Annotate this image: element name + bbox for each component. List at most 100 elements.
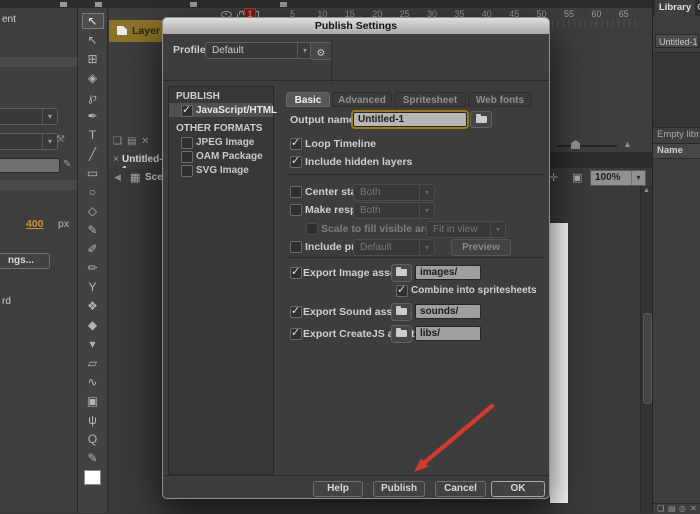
eyedropper-tool[interactable]: ▾ [83, 337, 103, 351]
svg-image-label[interactable]: SVG Image [196, 165, 249, 176]
text-tool[interactable]: T [83, 128, 103, 142]
stage-canvas[interactable] [550, 223, 568, 503]
output-name-label: Output name: [290, 114, 358, 126]
timeline-zoom-slider[interactable] [557, 145, 617, 147]
paint-bucket-tool[interactable]: ❖ [83, 299, 103, 313]
image-path-input[interactable]: images/ [415, 265, 481, 280]
oam-package-label[interactable]: OAM Package [196, 151, 263, 162]
ruler-tick: 65 [619, 9, 629, 19]
panel-collapse-icon[interactable] [60, 2, 67, 7]
ok-button[interactable]: OK [491, 481, 545, 497]
tab-basic[interactable]: Basic [286, 92, 330, 107]
lasso-tool[interactable]: ℘ [83, 90, 103, 104]
export-sound-assets-checkbox[interactable] [290, 306, 302, 318]
center-stage-checkbox[interactable] [290, 186, 302, 198]
delete-layer-icon[interactable]: ✕ [141, 136, 149, 147]
jpeg-image-label[interactable]: JPEG Image [196, 137, 254, 148]
help-button[interactable]: Help [313, 481, 363, 497]
properties-dropdown[interactable]: ▾ [0, 108, 58, 125]
library-document-select[interactable]: Untitled-1 [655, 34, 699, 48]
stage-zoom-select[interactable]: 100% ▾ [590, 170, 646, 186]
paint-brush-tool[interactable]: ✐ [83, 242, 103, 256]
loop-timeline-label[interactable]: Loop Timeline [305, 138, 376, 150]
sound-path-input[interactable]: sounds/ [415, 304, 481, 319]
sound-folder-button[interactable] [391, 303, 412, 321]
ruler-tick: 55 [564, 9, 574, 19]
chevron-down-icon[interactable]: ▾ [631, 171, 645, 185]
javascript-html-checkbox[interactable] [181, 105, 193, 117]
pen-tool[interactable]: ✒ [83, 109, 103, 123]
publish-button[interactable]: Publish [373, 481, 425, 497]
document-tab[interactable]: × Untitled-1 [109, 152, 167, 168]
loop-timeline-checkbox[interactable] [290, 138, 302, 150]
createjs-path-input[interactable]: libs/ [415, 326, 481, 341]
stage-height-value[interactable]: 400 [26, 218, 44, 230]
timeline-zoom-slider-thumb[interactable] [571, 140, 580, 149]
subselection-tool[interactable]: ↖ [83, 33, 103, 47]
back-arrow-icon[interactable]: ◀ [114, 172, 121, 183]
output-name-input[interactable]: Untitled-1 [353, 112, 467, 127]
pencil-icon[interactable]: ✎ [63, 159, 71, 170]
library-name-column-header[interactable]: Name [653, 143, 700, 159]
document-settings-button[interactable]: ngs... [0, 253, 50, 269]
svg-image-checkbox[interactable] [181, 165, 193, 177]
include-hidden-layers-checkbox[interactable] [290, 156, 302, 168]
stroke-color-icon[interactable]: ✎ [83, 451, 103, 465]
new-folder-icon[interactable]: ▤ [127, 136, 136, 147]
tab-web-fonts[interactable]: Web fonts [468, 92, 532, 107]
camera-tool[interactable]: ▣ [83, 394, 103, 408]
oam-package-checkbox[interactable] [181, 151, 193, 163]
properties-text-input[interactable] [0, 158, 60, 173]
crosshair-icon[interactable]: ✛ [549, 171, 558, 184]
output-folder-button[interactable] [470, 111, 492, 128]
rectangle-tool[interactable]: ▭ [83, 166, 103, 180]
combine-spritesheets-label[interactable]: Combine into spritesheets [411, 285, 537, 296]
hand-tool[interactable]: ψ [83, 413, 103, 427]
free-transform-tool[interactable]: ⊞ [83, 52, 103, 66]
width-tool[interactable]: ∿ [83, 375, 103, 389]
scrollbar-thumb[interactable] [643, 313, 652, 404]
include-hidden-layers-label[interactable]: Include hidden layers [305, 156, 412, 168]
jpeg-image-checkbox[interactable] [181, 137, 193, 149]
close-icon[interactable]: × [113, 154, 119, 165]
dialog-title-bar[interactable]: Publish Settings [163, 18, 549, 34]
tab-spritesheet[interactable]: Spritesheet [394, 92, 466, 107]
panel-collapse-icon[interactable] [280, 2, 287, 7]
zoom-tool[interactable]: Q [83, 432, 103, 446]
createjs-folder-button[interactable] [391, 325, 412, 343]
panel-collapse-icon[interactable] [95, 2, 102, 7]
make-responsive-checkbox[interactable] [290, 204, 302, 216]
line-tool[interactable]: ╱ [83, 147, 103, 161]
fill-color-swatch[interactable] [84, 470, 101, 485]
new-layer-icon[interactable]: ❑ [113, 136, 122, 147]
image-folder-button[interactable] [391, 264, 412, 282]
ink-bottle-tool[interactable]: ◆ [83, 318, 103, 332]
properties-dropdown[interactable]: ▾ [0, 133, 58, 150]
stage-zoom-value: 100% [595, 172, 621, 183]
panel-collapse-icon[interactable] [190, 2, 197, 7]
javascript-html-label[interactable]: JavaScript/HTML [196, 105, 277, 116]
zoom-fit-icon[interactable]: ▲ [623, 139, 632, 149]
wrench-icon[interactable]: ⚒ [56, 134, 65, 145]
profile-select[interactable]: Default ▾ [205, 42, 313, 59]
polystar-tool[interactable]: ◇ [83, 204, 103, 218]
pencil-tool[interactable]: ✎ [83, 223, 103, 237]
3d-rotation-tool[interactable]: ◈ [83, 71, 103, 85]
brush-tool[interactable]: ✏ [83, 261, 103, 275]
selection-tool[interactable]: ↖ [83, 14, 103, 28]
cancel-button[interactable]: Cancel [435, 481, 486, 497]
scroll-up-icon[interactable]: ▲ [643, 187, 650, 194]
publish-settings-dialog: Publish Settings Profile: Default ▾ ⚙ PU… [162, 17, 550, 499]
layer-page-icon [117, 26, 127, 35]
profile-options-button[interactable]: ⚙ [310, 42, 332, 60]
combine-spritesheets-checkbox[interactable] [396, 285, 408, 297]
tab-library[interactable]: Library [655, 0, 695, 16]
oval-tool[interactable]: ○ [83, 185, 103, 199]
export-image-assets-checkbox[interactable] [290, 267, 302, 279]
include-preloader-checkbox[interactable] [290, 241, 302, 253]
bone-tool[interactable]: Y [83, 280, 103, 294]
tab-advanced[interactable]: Advanced [332, 92, 392, 107]
clip-content-icon[interactable]: ▣ [572, 171, 582, 184]
export-createjs-assets-checkbox[interactable] [290, 328, 302, 340]
eraser-tool[interactable]: ▱ [83, 356, 103, 370]
